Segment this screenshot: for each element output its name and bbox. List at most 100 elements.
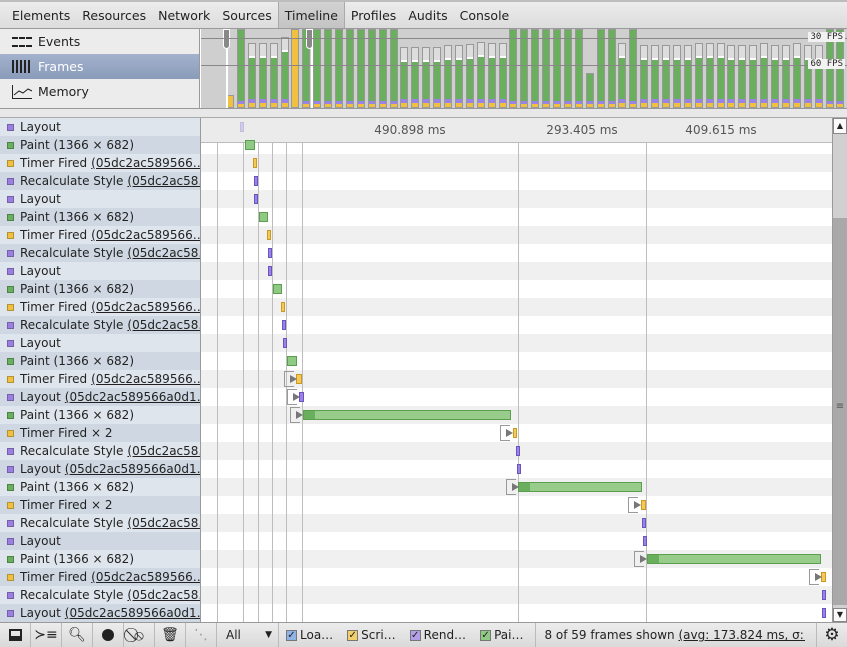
record-source-link[interactable]: (05dc2ac58… [127,246,200,260]
frames-overview[interactable]: 30 FPS 60 FPS [201,29,847,108]
rendering-record-bar[interactable] [254,176,258,186]
garbage-collect-button[interactable]: 🗑︎ [155,623,186,647]
scripting-record-bar[interactable] [267,230,271,240]
frame-bar[interactable] [781,45,790,108]
frame-bar[interactable] [389,29,398,108]
painting-record-bar[interactable] [259,212,268,222]
rendering-record-bar[interactable] [283,338,287,348]
frame-bar[interactable] [694,43,703,108]
rendering-record-bar[interactable] [822,608,826,618]
frame-bar[interactable] [422,47,431,108]
record-source-link[interactable]: (05dc2ac589566… [91,156,200,170]
record-row[interactable]: Timer Fired (05dc2ac589566… [0,226,200,244]
record-source-link[interactable]: (05dc2ac589566a0d1… [65,462,200,476]
painting-record-bar[interactable] [245,140,255,150]
vertical-scrollbar[interactable]: ▲ ≡ ▼ [832,118,847,622]
record-row[interactable]: Paint (1366 × 682) [0,478,200,496]
rendering-record-bar[interactable] [516,446,520,456]
record-source-link[interactable]: (05dc2ac58… [127,174,200,188]
frame-bar[interactable] [738,45,747,108]
expand-button[interactable] [628,497,641,513]
frame-bar[interactable] [487,43,496,108]
expand-button[interactable] [506,479,519,495]
rendering-record-bar[interactable] [254,194,258,204]
frame-bar[interactable] [727,45,736,108]
record-row[interactable]: Layout [0,532,200,550]
sidebar-item-events[interactable]: Events [0,29,199,54]
frame-bar[interactable] [672,45,681,108]
painting-record-bar[interactable] [303,410,511,420]
painting-record-bar[interactable] [287,356,297,366]
tab-timeline[interactable]: Timeline [277,2,345,28]
record-source-link[interactable]: (05dc2ac58… [127,318,200,332]
frame-bar[interactable] [465,44,474,108]
record-source-link[interactable]: (05dc2ac589566… [91,228,200,242]
record-row[interactable]: Layout [0,262,200,280]
frame-bar[interactable] [662,45,670,108]
record-source-link[interactable]: (05dc2ac589566a0d1… [65,390,200,404]
tab-network[interactable]: Network [152,2,216,28]
record-row[interactable]: Timer Fired × 2 [0,496,200,514]
record-row[interactable]: Paint (1366 × 682) [0,352,200,370]
scripting-record-bar[interactable] [281,302,285,312]
overview-selection-window[interactable] [226,29,313,108]
record-source-link[interactable]: (05dc2ac589566… [91,570,200,584]
rendering-record-bar[interactable] [268,266,272,276]
console-drawer-button[interactable]: ≻≡ [31,623,62,647]
record-row[interactable]: Layout [0,118,200,136]
record-source-link[interactable]: (05dc2ac58… [127,516,200,530]
frame-bar[interactable] [509,29,518,108]
search-button[interactable]: 🔍︎ [62,623,93,647]
scripting-record-bar[interactable] [253,158,257,168]
frame-bar[interactable] [367,29,376,108]
glue-records-button[interactable]: ⋱ [186,623,217,647]
frame-stats-link[interactable]: (avg: 173.824 ms, σ: 18( [678,628,805,642]
frame-bar[interactable] [411,47,420,108]
record-source-link[interactable]: (05dc2ac58… [127,588,200,602]
tab-audits[interactable]: Audits [402,2,453,28]
frame-bar[interactable] [814,45,823,108]
rendering-record-bar[interactable] [268,248,272,258]
frame-bar[interactable] [454,45,463,108]
record-source-link[interactable]: (05dc2ac589566… [91,300,200,314]
tab-elements[interactable]: Elements [6,2,76,28]
rendering-checkbox[interactable]: ✓ Rend… [409,628,466,642]
record-row[interactable]: Recalculate Style(05dc2ac58… [0,172,200,190]
frame-bar[interactable] [640,45,649,108]
frame-bar[interactable] [335,29,343,108]
selection-drag-handle[interactable] [306,29,313,49]
loading-checkbox[interactable]: ✓ Loa… [286,628,333,642]
frame-bar[interactable] [803,45,812,108]
frame-bar[interactable] [520,29,529,108]
record-row[interactable]: Layout (05dc2ac589566a0d1… [0,604,200,622]
record-row[interactable]: Paint (1366 × 682) [0,136,200,154]
clear-button[interactable]: ⃠⦸ [124,623,155,647]
dock-button[interactable] [0,623,31,647]
record-row[interactable]: Recalculate Style(05dc2ac58… [0,316,200,334]
expand-button[interactable] [287,389,300,405]
record-source-link[interactable]: (05dc2ac589566a0d1… [65,606,200,620]
rendering-record-bar[interactable] [642,518,646,528]
frame-bar[interactable] [324,29,333,108]
frame-bar[interactable] [542,29,551,108]
frame-bar[interactable] [618,43,627,108]
painting-record-bar[interactable] [273,284,282,294]
filter-select[interactable]: All ▼ [217,623,279,647]
frame-bar[interactable] [444,45,452,108]
sidebar-item-frames[interactable]: Frames [0,54,199,79]
frame-bar[interactable] [531,29,540,108]
frame-bar[interactable] [498,43,507,108]
painting-checkbox[interactable]: ✓ Pai… [480,628,523,642]
record-source-link[interactable]: (05dc2ac589566… [91,372,200,386]
rendering-record-bar[interactable] [240,122,244,132]
frame-bar[interactable] [629,29,638,108]
frame-bar[interactable] [313,29,322,108]
scroll-up-button[interactable]: ▲ [833,118,847,134]
frame-bar[interactable] [476,42,485,108]
record-row[interactable]: Paint (1366 × 682) [0,280,200,298]
frame-bar[interactable] [749,45,758,108]
record-row[interactable]: Recalculate Style(05dc2ac58… [0,514,200,532]
expand-button[interactable] [290,407,303,423]
expand-button[interactable] [634,551,647,567]
expand-button[interactable] [500,425,513,441]
